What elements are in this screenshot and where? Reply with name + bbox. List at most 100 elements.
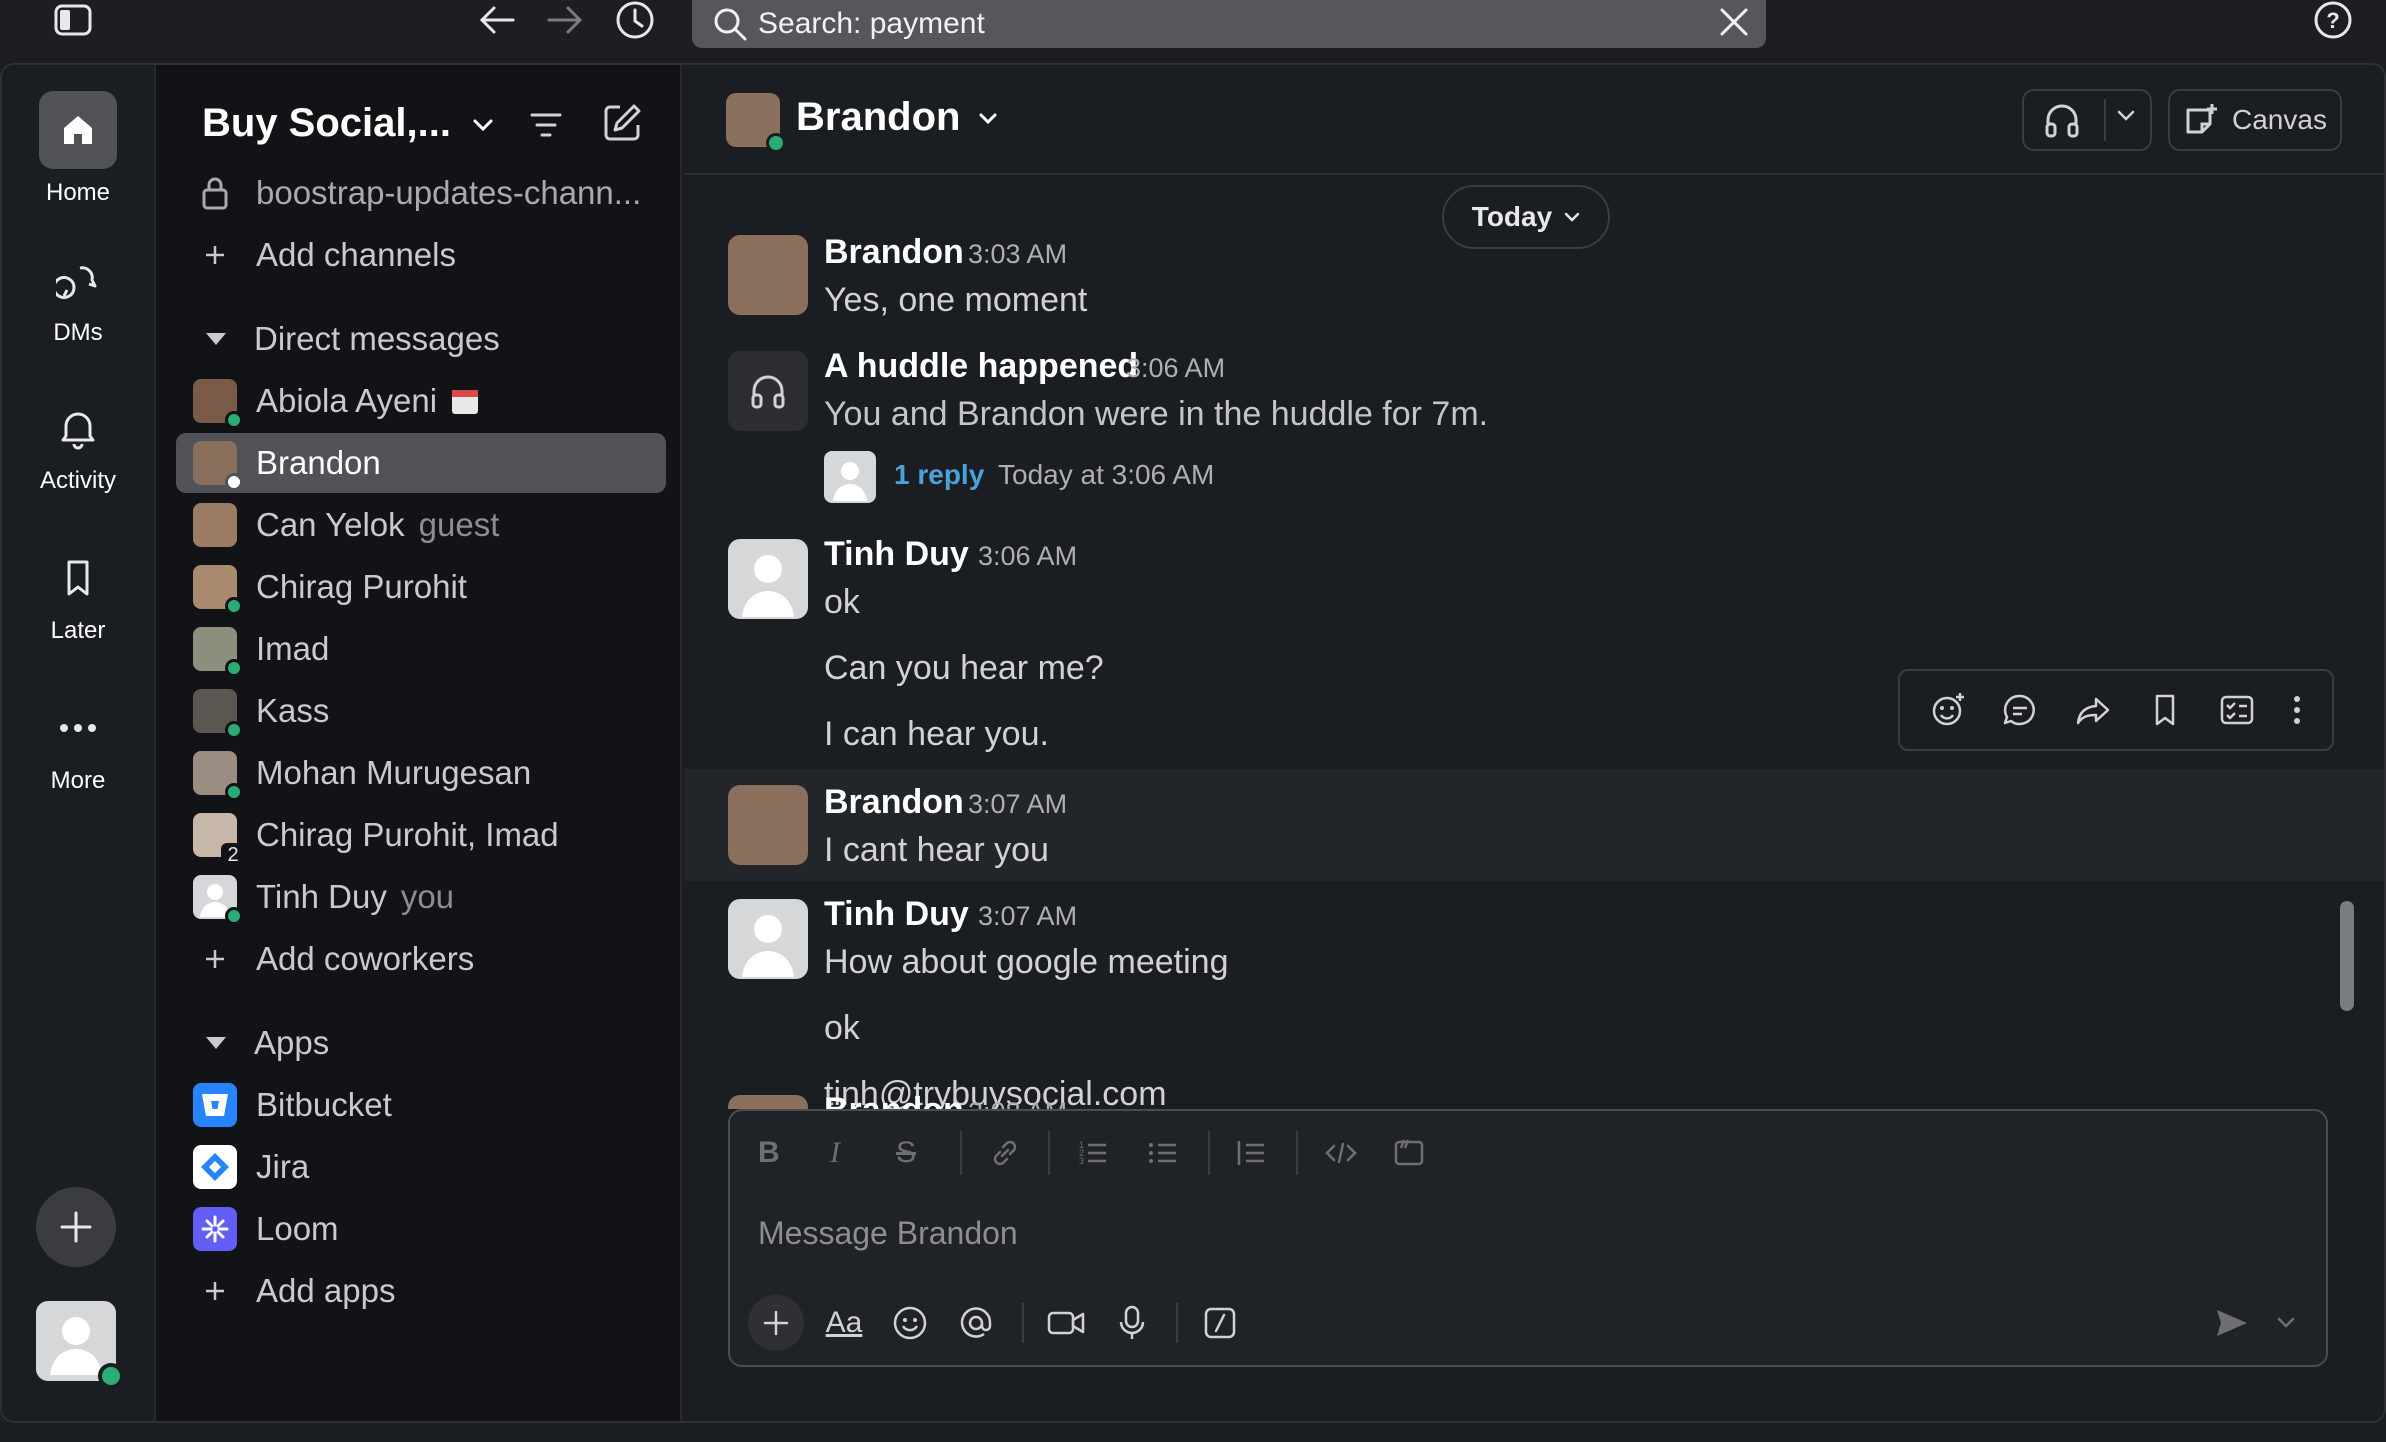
canvas-label: Canvas — [2232, 104, 2327, 135]
workspace-name[interactable]: Buy Social,... — [202, 101, 494, 146]
slash-command-icon[interactable] — [1192, 1295, 1248, 1351]
mention-icon[interactable] — [948, 1295, 1004, 1351]
filter-icon[interactable] — [526, 105, 566, 145]
you-tag: you — [400, 878, 455, 915]
italic-icon[interactable]: I — [830, 1131, 840, 1175]
thread-reply-link[interactable]: 1 reply — [894, 459, 984, 491]
strikethrough-icon[interactable]: S — [896, 1131, 916, 1175]
canvas-button[interactable]: Canvas — [2168, 89, 2342, 151]
rail-home[interactable]: Home — [2, 91, 154, 207]
message-text: How about google meeting — [824, 943, 1229, 981]
forward-icon[interactable] — [2074, 691, 2112, 729]
rail-activity[interactable]: Activity — [2, 389, 154, 495]
message[interactable]: Brandon 3:08 AM — [684, 1079, 2384, 1109]
message-author[interactable]: Brandon — [824, 1091, 964, 1109]
clear-search-icon[interactable] — [1716, 4, 1752, 40]
send-icon[interactable] — [2204, 1295, 2260, 1351]
blockquote-icon[interactable] — [1234, 1131, 1268, 1175]
plus-icon — [192, 232, 238, 278]
avatar — [193, 751, 243, 801]
video-clip-icon[interactable] — [1038, 1295, 1094, 1351]
sidebar-dm-can-yelok[interactable]: Can Yelok guest — [176, 495, 666, 555]
add-apps-button[interactable]: Add apps — [176, 1261, 666, 1321]
sidebar-channel-boostrap-updates[interactable]: boostrap-updates-chann... — [176, 163, 666, 223]
sidebar-dm-group[interactable]: 2 Chirag Purohit, Imad — [176, 805, 666, 867]
help-icon[interactable]: ? — [2310, 0, 2356, 40]
sidebar-app-loom[interactable]: Loom — [176, 1199, 666, 1259]
add-workspace-button[interactable] — [36, 1187, 116, 1267]
numbered-list-icon[interactable]: 123 — [1076, 1131, 1110, 1175]
sidebar-toggle-icon[interactable] — [50, 0, 96, 40]
search-bar[interactable]: Search: payment — [692, 0, 1766, 48]
bold-icon[interactable]: B — [758, 1131, 780, 1175]
add-channels-button[interactable]: Add channels — [176, 225, 666, 285]
avatar[interactable] — [728, 899, 808, 979]
more-actions-icon[interactable] — [2291, 691, 2303, 729]
guest-tag: guest — [418, 506, 500, 543]
message-text: Can you hear me? — [824, 649, 1104, 687]
rail-dms[interactable]: DMs — [2, 241, 154, 347]
sidebar-dm-tinh-duy[interactable]: Tinh Duy you — [176, 867, 666, 927]
bulleted-list-icon[interactable] — [1146, 1131, 1180, 1175]
message-timestamp[interactable]: 3:07 AM — [978, 901, 1077, 932]
message-timestamp[interactable]: 3:07 AM — [968, 789, 1067, 820]
add-reaction-icon[interactable] — [1929, 691, 1967, 729]
message-timestamp[interactable]: 3:03 AM — [968, 239, 1067, 270]
message-author[interactable]: Brandon — [824, 783, 964, 822]
add-coworkers-button[interactable]: Add coworkers — [176, 929, 666, 989]
sidebar-dm-brandon[interactable]: Brandon — [176, 433, 666, 493]
rail-later[interactable]: Later — [2, 539, 154, 645]
add-coworkers-label: Add coworkers — [256, 940, 475, 977]
user-avatar[interactable] — [36, 1301, 124, 1389]
attach-plus-button[interactable] — [748, 1295, 804, 1351]
sidebar-channel-label: boostrap-updates-chann... — [256, 174, 642, 211]
huddle-button[interactable] — [2022, 89, 2152, 151]
emoji-icon[interactable] — [882, 1295, 938, 1351]
message-author[interactable]: Brandon — [824, 233, 964, 272]
avatar[interactable] — [728, 235, 808, 315]
sidebar-dm-kass[interactable]: Kass — [176, 681, 666, 741]
avatar[interactable] — [728, 1095, 808, 1109]
conversation-title-text: Brandon — [796, 95, 961, 139]
add-to-list-icon[interactable] — [2218, 691, 2256, 729]
code-icon[interactable] — [1324, 1131, 1358, 1175]
forward-arrow-icon[interactable] — [542, 0, 588, 40]
avatar[interactable] — [728, 539, 808, 619]
message-input-placeholder: Message Brandon — [758, 1215, 1018, 1251]
back-arrow-icon[interactable] — [474, 0, 520, 40]
avatar — [193, 379, 243, 429]
conversation-title[interactable]: Brandon — [796, 95, 998, 140]
microphone-icon[interactable] — [1104, 1295, 1160, 1351]
headphones-icon — [728, 351, 808, 431]
apps-section-header[interactable]: Apps — [176, 1013, 666, 1073]
message[interactable]: Brandon 3:07 AM I cant hear you — [684, 769, 2384, 881]
message-timestamp[interactable]: 3:06 AM — [978, 541, 1077, 572]
sidebar-dm-abiola-ayeni[interactable]: Abiola Ayeni — [176, 371, 666, 431]
sidebar-app-bitbucket[interactable]: Bitbucket — [176, 1075, 666, 1135]
compose-icon[interactable] — [600, 101, 644, 145]
message-timestamp[interactable]: 3:08 AM — [968, 1097, 1067, 1109]
avatar[interactable] — [728, 785, 808, 865]
chevron-down-icon[interactable] — [2266, 1295, 2306, 1351]
sidebar-dm-chirag-purohit[interactable]: Chirag Purohit — [176, 557, 666, 617]
scrollbar-thumb[interactable] — [2340, 901, 2354, 1011]
reply-thread-icon[interactable] — [2001, 691, 2039, 729]
sidebar-dm-imad[interactable]: Imad — [176, 619, 666, 679]
message-timestamp[interactable]: 3:06 AM — [1126, 353, 1225, 384]
history-icon[interactable] — [612, 0, 658, 40]
formatting-toggle-button[interactable]: Aa — [816, 1295, 872, 1351]
huddle-message[interactable]: A huddle happened 3:06 AM You and Brando… — [684, 333, 2384, 503]
bookmark-icon[interactable] — [2146, 691, 2184, 729]
chevron-down-icon[interactable] — [2116, 109, 2136, 123]
message-author[interactable]: Tinh Duy — [824, 535, 969, 574]
code-block-icon[interactable] — [1392, 1131, 1426, 1175]
rail-more[interactable]: More — [2, 689, 154, 795]
sidebar-app-jira[interactable]: Jira — [176, 1137, 666, 1197]
dm-section-header[interactable]: Direct messages — [176, 309, 666, 369]
message-author[interactable]: Tinh Duy — [824, 895, 969, 934]
date-divider-pill[interactable]: Today — [1442, 185, 1610, 249]
home-icon — [39, 91, 117, 169]
link-icon[interactable] — [988, 1131, 1022, 1175]
sidebar-dm-mohan-murugesan[interactable]: Mohan Murugesan — [176, 743, 666, 803]
message-input[interactable]: Message Brandon — [758, 1215, 1018, 1252]
